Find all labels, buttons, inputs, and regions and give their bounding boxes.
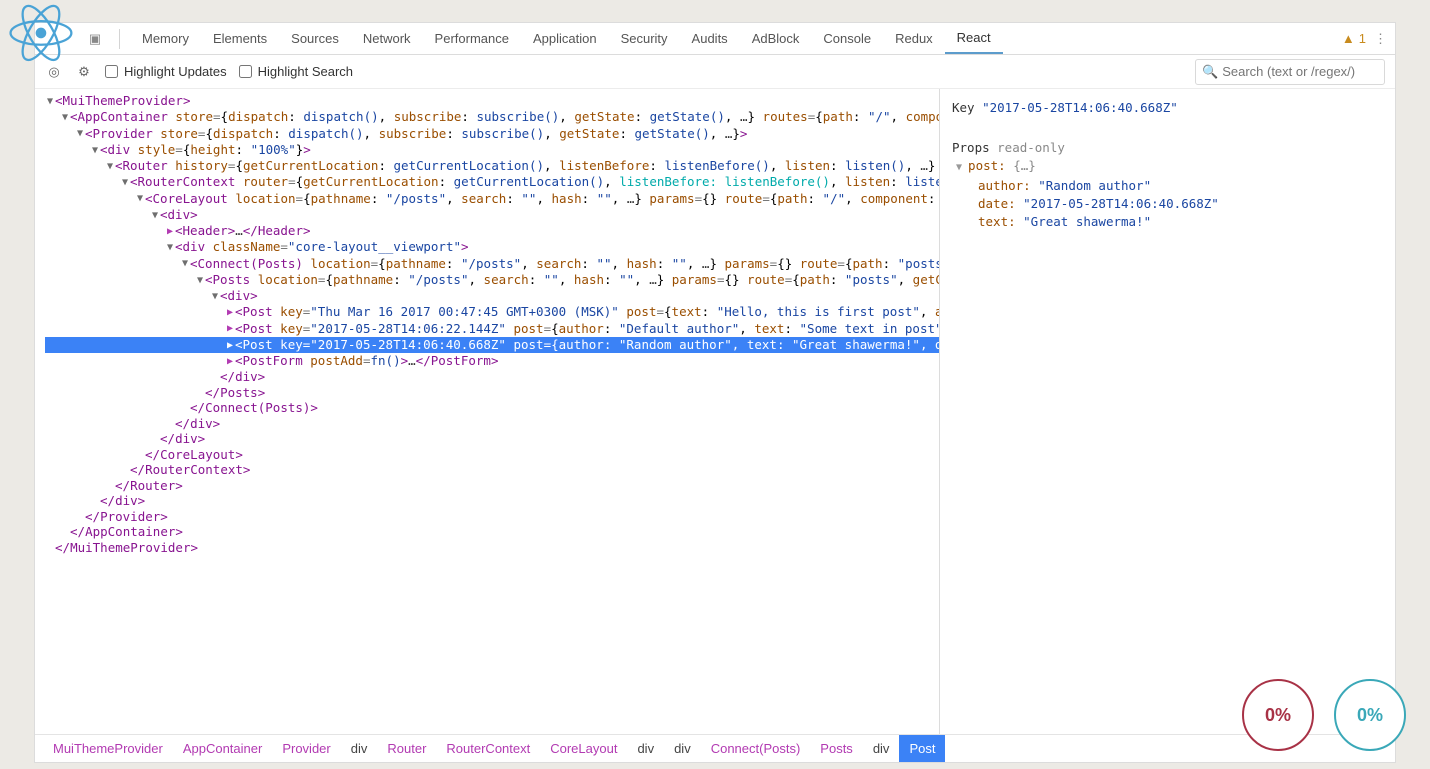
tree-node[interactable]: </div> (45, 416, 939, 432)
tree-node[interactable]: <Connect(Posts) location={pathname: "/po… (45, 256, 939, 272)
tree-node[interactable]: <Header>…</Header> (45, 223, 939, 239)
breadcrumb-item[interactable]: Provider (272, 735, 340, 762)
tree-node[interactable]: </Posts> (45, 385, 939, 401)
tree-node[interactable]: <Post key="Thu Mar 16 2017 00:47:45 GMT+… (45, 304, 939, 320)
tree-node[interactable]: </div> (45, 431, 939, 447)
tree-node[interactable]: </RouterContext> (45, 462, 939, 478)
tree-node[interactable]: <div> (45, 207, 939, 223)
prop-key: author: (978, 178, 1038, 193)
search-icon: 🔍 (1202, 64, 1218, 80)
key-row: Key "2017-05-28T14:06:40.668Z" (952, 99, 1383, 117)
breadcrumb: MuiThemeProvider AppContainer Provider d… (35, 734, 1395, 762)
tree-node[interactable]: </MuiThemeProvider> (45, 540, 939, 556)
component-tree[interactable]: <MuiThemeProvider> <AppContainer store={… (35, 89, 939, 734)
tab-elements[interactable]: Elements (201, 23, 279, 54)
prop-value: "2017-05-28T14:06:40.668Z" (1023, 196, 1219, 211)
prop-key: date: (978, 196, 1023, 211)
prop-value: {…} (1013, 158, 1036, 173)
tree-node[interactable]: <div style={height: "100%"}> (45, 142, 939, 158)
chevron-down-icon: ▼ (956, 162, 968, 173)
progress-fabs: 0% 0% (1242, 679, 1406, 751)
tree-node[interactable]: <CoreLayout location={pathname: "/posts"… (45, 191, 939, 207)
tree-node[interactable]: </Connect(Posts)> (45, 400, 939, 416)
highlight-updates-toggle[interactable]: Highlight Updates (105, 64, 227, 79)
breadcrumb-item[interactable]: Connect(Posts) (701, 735, 811, 762)
tree-node[interactable]: </AppContainer> (45, 524, 939, 540)
dock-icon[interactable]: ▣ (85, 31, 105, 47)
breadcrumb-item[interactable]: AppContainer (173, 735, 273, 762)
gear-icon[interactable]: ⚙ (75, 64, 93, 80)
search-input[interactable] (1222, 64, 1378, 79)
prop-post[interactable]: ▼ post: {…} (952, 157, 1383, 177)
react-logo (8, 4, 74, 65)
prop-value: "Random author" (1038, 178, 1151, 193)
props-sidebar: Key "2017-05-28T14:06:40.668Z" Props rea… (939, 89, 1395, 734)
tab-react[interactable]: React (945, 23, 1003, 54)
tree-node[interactable]: <MuiThemeProvider> (45, 93, 939, 109)
tree-node[interactable]: </div> (45, 369, 939, 385)
tree-node[interactable]: <Router history={getCurrentLocation: get… (45, 158, 939, 174)
tree-node-selected[interactable]: <Post key="2017-05-28T14:06:40.668Z" pos… (45, 337, 939, 353)
progress-circle-left[interactable]: 0% (1242, 679, 1314, 751)
tab-console[interactable]: Console (811, 23, 883, 54)
breadcrumb-item[interactable]: Router (377, 735, 436, 762)
tab-network[interactable]: Network (351, 23, 423, 54)
breadcrumb-item-selected[interactable]: Post (899, 735, 945, 762)
kebab-menu-icon[interactable]: ⋮ (1374, 31, 1387, 47)
breadcrumb-item[interactable]: RouterContext (436, 735, 540, 762)
tab-audits[interactable]: Audits (680, 23, 740, 54)
warning-count: 1 (1359, 31, 1366, 46)
breadcrumb-item[interactable]: div (863, 735, 900, 762)
prop-key: post: (968, 158, 1013, 173)
prop-date[interactable]: date: "2017-05-28T14:06:40.668Z" (952, 195, 1383, 213)
tab-security[interactable]: Security (609, 23, 680, 54)
tab-redux[interactable]: Redux (883, 23, 945, 54)
tree-node[interactable]: </Provider> (45, 509, 939, 525)
highlight-updates-label: Highlight Updates (124, 64, 227, 79)
tree-node[interactable]: <PostForm postAdd=fn()>…</PostForm> (45, 353, 939, 369)
search-box[interactable]: 🔍 (1195, 59, 1385, 85)
tree-node[interactable]: <Post key="2017-05-28T14:06:22.144Z" pos… (45, 321, 939, 337)
tab-adblock[interactable]: AdBlock (740, 23, 812, 54)
tree-node[interactable]: </CoreLayout> (45, 447, 939, 463)
prop-value: "Great shawerma!" (1023, 214, 1151, 229)
prop-author[interactable]: author: "Random author" (952, 177, 1383, 195)
breadcrumb-item[interactable]: div (627, 735, 664, 762)
prop-key: text: (978, 214, 1023, 229)
tab-performance[interactable]: Performance (423, 23, 521, 54)
breadcrumb-item[interactable]: CoreLayout (540, 735, 627, 762)
prop-text[interactable]: text: "Great shawerma!" (952, 213, 1383, 231)
tree-node[interactable]: <div className="core-layout__viewport"> (45, 239, 939, 255)
highlight-search-label: Highlight Search (258, 64, 353, 79)
tab-application[interactable]: Application (521, 23, 609, 54)
props-label: Props (952, 140, 997, 155)
breadcrumb-item[interactable]: MuiThemeProvider (43, 735, 173, 762)
tab-memory[interactable]: Memory (130, 23, 201, 54)
tree-node[interactable]: <div> (45, 288, 939, 304)
breadcrumb-item[interactable]: div (664, 735, 701, 762)
react-devtools-toolbar: ◎ ⚙ Highlight Updates Highlight Search 🔍 (35, 55, 1395, 89)
tree-node[interactable]: </Router> (45, 478, 939, 494)
target-icon[interactable]: ◎ (45, 64, 63, 80)
warning-badge[interactable]: ▲ 1 (1342, 31, 1366, 46)
props-header: Props read-only (952, 139, 1383, 157)
tree-node[interactable]: </div> (45, 493, 939, 509)
key-label: Key (952, 100, 982, 115)
tree-node[interactable]: <Posts location={pathname: "/posts", sea… (45, 272, 939, 288)
tree-node[interactable]: <RouterContext router={getCurrentLocatio… (45, 174, 939, 190)
tab-sources[interactable]: Sources (279, 23, 351, 54)
highlight-search-toggle[interactable]: Highlight Search (239, 64, 353, 79)
highlight-updates-checkbox[interactable] (105, 65, 118, 78)
separator (119, 29, 120, 49)
tree-node[interactable]: <Provider store={dispatch: dispatch(), s… (45, 126, 939, 142)
tree-node[interactable]: <AppContainer store={dispatch: dispatch(… (45, 109, 939, 125)
key-value: "2017-05-28T14:06:40.668Z" (982, 100, 1178, 115)
breadcrumb-item[interactable]: Posts (810, 735, 863, 762)
progress-circle-right[interactable]: 0% (1334, 679, 1406, 751)
highlight-search-checkbox[interactable] (239, 65, 252, 78)
warning-icon: ▲ (1342, 31, 1355, 46)
devtools-tabbar: ▣ Memory Elements Sources Network Perfor… (35, 23, 1395, 55)
props-readonly: read-only (997, 140, 1065, 155)
breadcrumb-item[interactable]: div (341, 735, 378, 762)
